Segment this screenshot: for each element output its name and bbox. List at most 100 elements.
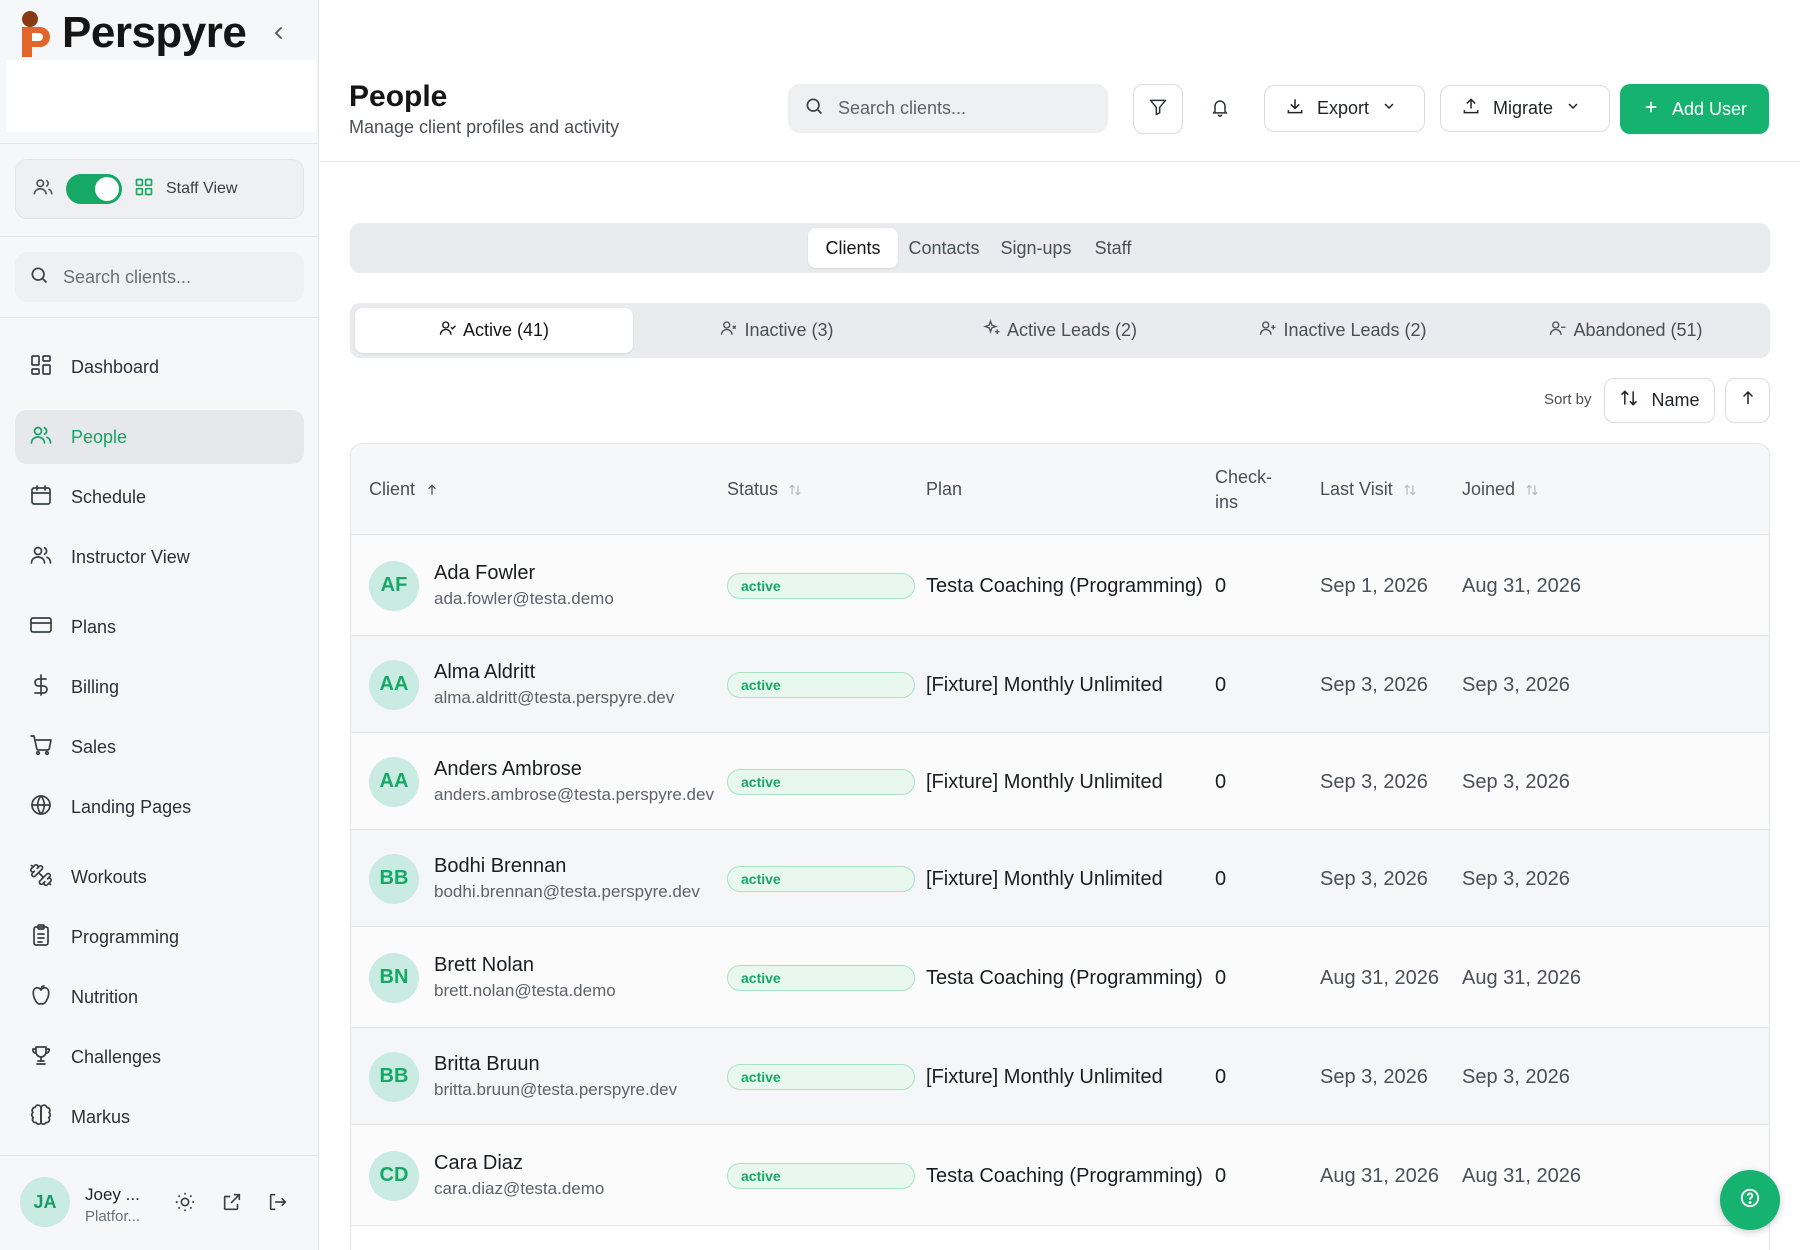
status-cell: active: [727, 1125, 915, 1226]
tab-contacts[interactable]: Contacts: [898, 228, 990, 268]
filter-button[interactable]: [1133, 84, 1183, 134]
sidebar-item-plans[interactable]: Plans: [15, 600, 304, 654]
sidebar-search-input[interactable]: [63, 266, 283, 288]
add-user-button[interactable]: Add User: [1620, 84, 1769, 134]
external-link-icon[interactable]: [220, 1190, 244, 1214]
export-button[interactable]: Export: [1264, 85, 1425, 132]
client-name[interactable]: Britta Bruun: [434, 1053, 677, 1076]
plan-cell: [Fixture] Monthly Unlimited: [926, 636, 1206, 733]
tab-sign-ups[interactable]: Sign-ups: [990, 228, 1082, 268]
column-joined[interactable]: Joined: [1462, 444, 1539, 535]
last-visit-date: Sep 1, 2026: [1320, 574, 1428, 597]
sort-field-label: Name: [1651, 390, 1700, 410]
column-check-ins-label: Check-ins: [1215, 466, 1273, 512]
joined-cell: Aug 31, 2026: [1462, 1125, 1592, 1226]
logo-mark-icon: [16, 9, 56, 57]
table-row[interactable]: BB Britta Bruun britta.bruun@testa.perspyr…: [351, 1028, 1769, 1125]
avatar[interactable]: JA: [20, 1177, 70, 1227]
column-last-visit-label: Last Visit: [1320, 479, 1393, 499]
sidebar-item-instructor-view[interactable]: Instructor View: [15, 530, 304, 584]
table-row[interactable]: BN Brett Nolan brett.nolan@testa.demo activ…: [351, 927, 1769, 1028]
sort-arrows-icon: [1525, 483, 1539, 497]
sidebar-item-label: Instructor View: [71, 546, 190, 567]
table-row[interactable]: AA Alma Aldritt alma.aldritt@testa.perspyr…: [351, 636, 1769, 733]
sidebar-item-markus[interactable]: Markus: [15, 1090, 304, 1144]
avatar: CD: [369, 1150, 419, 1201]
client-cell: AA Alma Aldritt alma.aldritt@testa.perspyr…: [369, 636, 674, 733]
sidebar-item-nutrition[interactable]: Nutrition: [15, 970, 304, 1024]
sidebar-item-workouts[interactable]: Workouts: [15, 850, 304, 904]
chevron-down-icon: [1381, 98, 1397, 119]
brand-logo[interactable]: Perspyre: [16, 8, 247, 58]
sidebar-item-schedule[interactable]: Schedule: [15, 470, 304, 524]
sidebar-item-billing[interactable]: Billing: [15, 660, 304, 714]
check-ins-count: 0: [1215, 574, 1227, 597]
notifications-button[interactable]: [1195, 84, 1245, 134]
plus-icon: [1642, 98, 1660, 121]
tab-staff[interactable]: Staff: [1082, 228, 1144, 268]
page-subtitle: Manage client profiles and activity: [349, 117, 620, 137]
client-name[interactable]: Anders Ambrose: [434, 758, 714, 781]
table-row[interactable]: AA Anders Ambrose anders.ambrose@testa.per…: [351, 733, 1769, 830]
sidebar-item-dashboard[interactable]: Dashboard: [15, 340, 304, 394]
client-name[interactable]: Ada Fowler: [434, 562, 614, 585]
staff-view-label: Staff View: [166, 180, 238, 197]
table-row[interactable]: BB Bodhi Brennan bodhi.brennan@testa.persp…: [351, 830, 1769, 927]
sidebar-item-programming[interactable]: Programming: [15, 910, 304, 964]
grid-icon: [134, 177, 154, 202]
check-ins-cell: 0: [1215, 636, 1226, 733]
brand-banner: [6, 60, 316, 132]
tab-inactive-leads[interactable]: Inactive Leads (2): [1204, 308, 1482, 353]
dollar-icon: [29, 673, 53, 702]
dashboard-icon: [29, 353, 53, 382]
avatar: BN: [369, 952, 419, 1003]
table-header: Client Status Plan Check-ins Last Visit …: [351, 444, 1769, 535]
status-badge: active: [727, 768, 915, 795]
tab-active-leads[interactable]: Active Leads (2): [921, 308, 1199, 353]
brand-name: Perspyre: [62, 8, 247, 57]
client-name[interactable]: Alma Aldritt: [434, 661, 674, 684]
header-search-input[interactable]: [838, 98, 1088, 119]
tab-active[interactable]: Active (41): [355, 308, 633, 353]
search-icon: [29, 265, 49, 290]
staff-view-switch[interactable]: [66, 174, 122, 204]
sidebar-item-challenges[interactable]: Challenges: [15, 1030, 304, 1084]
last-visit-date: Sep 3, 2026: [1320, 867, 1428, 890]
tab-inactive-leads-label: Inactive Leads (2): [1283, 320, 1427, 340]
sidebar-item-sales[interactable]: Sales: [15, 720, 304, 774]
sidebar-item-label: Challenges: [71, 1046, 162, 1067]
tab-clients[interactable]: Clients: [808, 228, 898, 268]
sort-arrows-icon: [788, 483, 802, 497]
cart-icon: [29, 733, 53, 762]
sort-direction-button[interactable]: [1725, 378, 1770, 423]
column-client[interactable]: Client: [369, 444, 439, 535]
help-button[interactable]: [1720, 1170, 1780, 1230]
plan-cell: [Fixture] Monthly Unlimited: [926, 733, 1206, 830]
joined-cell: Aug 31, 2026: [1462, 535, 1592, 636]
avatar: AF: [369, 560, 419, 611]
sort-field-button[interactable]: Name: [1604, 378, 1715, 423]
plan-name: [Fixture] Monthly Unlimited: [926, 770, 1163, 793]
export-label: Export: [1317, 98, 1370, 118]
client-name[interactable]: Cara Diaz: [434, 1152, 604, 1175]
logout-icon[interactable]: [266, 1190, 290, 1214]
tab-abandoned[interactable]: Abandoned (51): [1487, 308, 1765, 353]
theme-sun-icon[interactable]: [173, 1190, 197, 1214]
upload-icon: [1461, 96, 1481, 121]
column-status[interactable]: Status: [727, 444, 802, 535]
staff-view-toggle-group: Staff View: [15, 159, 304, 219]
client-name[interactable]: Bodhi Brennan: [434, 855, 700, 878]
sidebar-item-landing-pages[interactable]: Landing Pages: [15, 780, 304, 834]
brain-icon: [29, 1103, 53, 1132]
client-name[interactable]: Brett Nolan: [434, 954, 616, 977]
sidebar-item-people[interactable]: People: [15, 410, 304, 464]
collapse-sidebar-icon[interactable]: [268, 22, 290, 44]
dumbbell-icon: [29, 863, 53, 892]
column-last-visit[interactable]: Last Visit: [1320, 444, 1417, 535]
last-visit-cell: Sep 3, 2026: [1320, 733, 1450, 830]
table-row[interactable]: AF Ada Fowler ada.fowler@testa.demo active T…: [351, 535, 1769, 636]
check-ins-count: 0: [1215, 673, 1227, 696]
table-row[interactable]: CD Cara Diaz cara.diaz@testa.demo active Tes…: [351, 1125, 1769, 1226]
migrate-button[interactable]: Migrate: [1440, 85, 1610, 132]
tab-inactive[interactable]: Inactive (3): [638, 308, 916, 353]
